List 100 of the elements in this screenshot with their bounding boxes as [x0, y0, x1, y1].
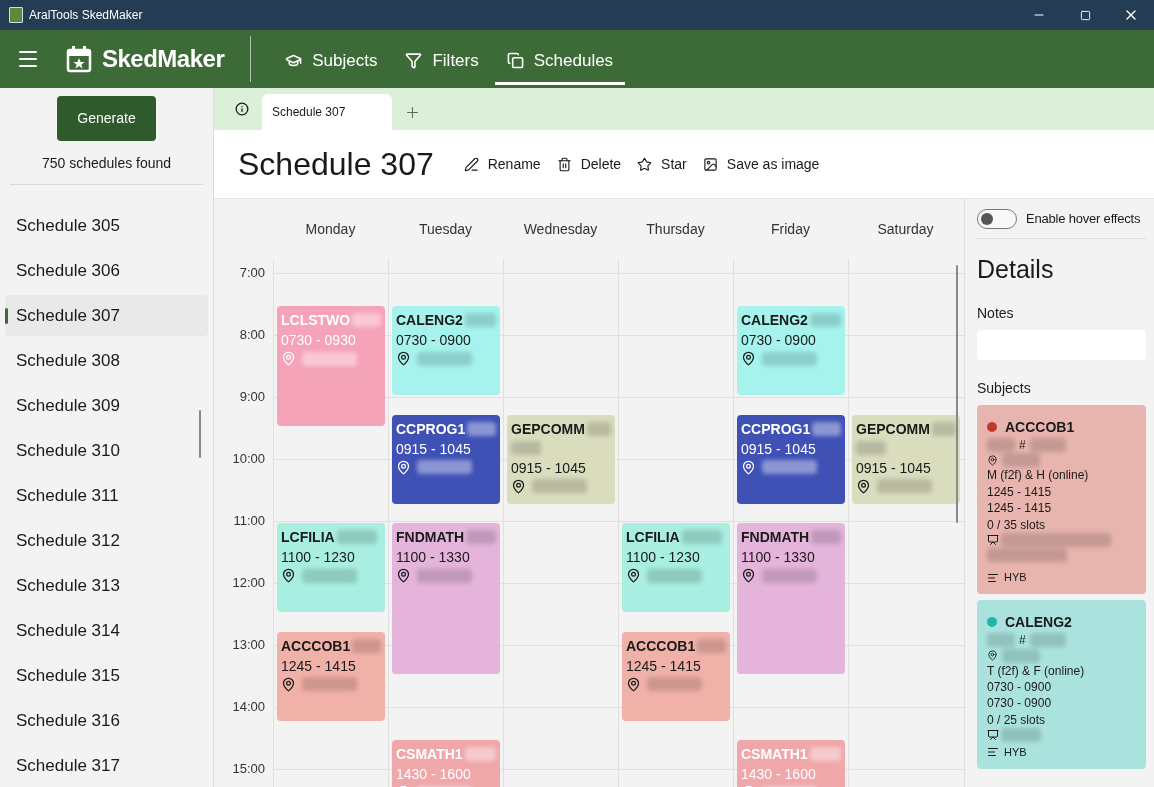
schedule-list-item[interactable]: Schedule 310: [5, 430, 208, 471]
blurred-text: [302, 568, 357, 583]
class-event-card[interactable]: LCFILIA 1100 - 1230: [277, 523, 385, 612]
schedule-list-item[interactable]: Schedule 314: [5, 610, 208, 651]
subject-code: CSMATH1: [396, 745, 463, 764]
time-range: 1100 - 1330: [396, 548, 471, 567]
subject-code: CALENG2: [741, 311, 808, 330]
blurred-text: [1029, 438, 1066, 453]
blurred-text: [812, 421, 841, 436]
subject-code: LCLSTWO: [281, 311, 351, 330]
location-pin-icon: [741, 459, 756, 475]
nav-tab[interactable]: Filters: [393, 39, 491, 85]
notes-label: Notes: [977, 303, 1015, 323]
generate-button[interactable]: Generate: [57, 96, 156, 141]
toolbar-button[interactable]: Rename: [455, 148, 549, 180]
location-pin-icon: [626, 568, 641, 583]
hour-label: 14:00: [232, 699, 265, 715]
schedule-list-item[interactable]: Schedule 312: [5, 520, 208, 561]
schedule-list-item[interactable]: Schedule 305: [5, 205, 208, 246]
schedule-list-item[interactable]: Schedule 308: [5, 340, 208, 381]
location-pin-icon: [987, 650, 998, 662]
blurred-text: [647, 568, 702, 583]
location-pin-icon: [511, 478, 526, 494]
day-heading: Monday: [305, 219, 356, 239]
lines-icon: [987, 746, 999, 759]
hour-label: 15:00: [232, 761, 265, 777]
time-range: 0730 - 0900: [987, 695, 1053, 712]
blurred-text: [466, 530, 496, 544]
class-event-card[interactable]: CALENG2 0730 - 0900: [737, 306, 845, 395]
trash-icon: [556, 156, 572, 172]
blurred-text: [809, 747, 841, 761]
blurred-text: [987, 438, 1015, 453]
time-range: 0915 - 1045: [856, 458, 932, 478]
schedule-list-item[interactable]: Schedule 307: [5, 295, 208, 336]
schedule-list-item[interactable]: Schedule 317: [5, 745, 208, 786]
toolbar-button[interactable]: Star: [629, 148, 695, 180]
class-event-card[interactable]: FNDMATH 1100 - 1330: [392, 523, 500, 674]
stacked-pages-icon: [506, 52, 524, 69]
meeting-days: T (f2f) & F (online): [987, 662, 1136, 679]
subject-code: CCPROG1: [396, 419, 466, 439]
blurred-text: [464, 313, 496, 327]
subject-code: FNDMATH: [741, 528, 810, 547]
blurred-text: [464, 747, 496, 761]
nav-tab[interactable]: Schedules: [494, 39, 626, 85]
hover-effects-toggle[interactable]: [977, 208, 1017, 229]
class-event-card[interactable]: CALENG2 0730 - 0900: [392, 306, 500, 395]
schedule-list-item[interactable]: Schedule 306: [5, 250, 208, 291]
class-event-card[interactable]: LCFILIA 1100 - 1230: [622, 523, 730, 612]
schedule-title: Schedule 307: [238, 145, 434, 184]
schedule-list-item[interactable]: Schedule 316: [5, 700, 208, 741]
nav-tab[interactable]: Subjects: [273, 39, 390, 85]
toggle-label: Enable hover effects: [1026, 209, 1141, 228]
class-event-card[interactable]: CCPROG1 0915 - 1045: [392, 414, 500, 504]
location-pin-icon: [396, 351, 411, 366]
location-pin-icon: [626, 676, 641, 692]
blurred-text: [511, 441, 541, 455]
blurred-text: [352, 638, 381, 653]
time-range: 1245 - 1415: [281, 656, 357, 676]
hour-label: 10:00: [232, 451, 265, 467]
blurred-text: [336, 530, 377, 544]
schedule-list-item[interactable]: Schedule 311: [5, 475, 208, 516]
time-range: 1100 - 1230: [281, 548, 356, 567]
subject-code: LCFILIA: [626, 528, 680, 547]
subjects-label: Subjects: [977, 378, 1032, 398]
class-event-card[interactable]: ACCCOB1 1245 - 1415: [622, 631, 730, 721]
blurred-text: [762, 460, 817, 474]
toolbar-button[interactable]: Save as image: [694, 148, 828, 180]
document-tab[interactable]: Schedule 307: [262, 94, 392, 130]
location-pin-icon: [856, 478, 871, 494]
subject-code: GEPCOMM: [511, 419, 585, 439]
graduation-cap-icon: [285, 52, 303, 69]
subject-code: CCPROG1: [741, 419, 811, 439]
schedule-list-item[interactable]: Schedule 313: [5, 565, 208, 606]
class-event-card[interactable]: CCPROG1 0915 - 1045: [737, 414, 845, 504]
class-event-card[interactable]: ACCCOB1 1245 - 1415: [277, 631, 385, 721]
subject-code: ACCCOB1: [281, 636, 351, 656]
class-event-card[interactable]: FNDMATH 1100 - 1330: [737, 523, 845, 674]
schedule-list-item[interactable]: Schedule 315: [5, 655, 208, 696]
location-pin-icon: [396, 459, 411, 475]
toolbar-button[interactable]: Delete: [548, 148, 630, 180]
blurred-text: [811, 530, 841, 544]
time-range: 0730 - 0900: [396, 331, 472, 350]
blurred-text: [302, 677, 357, 691]
blurred-text: [1002, 648, 1040, 663]
info-icon: [235, 102, 249, 116]
details-heading: Details: [977, 254, 1055, 285]
time-range: 1100 - 1230: [626, 548, 701, 567]
blurred-text: [931, 421, 956, 436]
subject-code: FNDMATH: [396, 528, 465, 547]
class-event-card[interactable]: GEPCOMM 0915 - 1045: [852, 414, 960, 504]
location-pin-icon: [281, 351, 296, 366]
blurred-text: [762, 568, 817, 583]
schedule-list-item[interactable]: Schedule 309: [5, 385, 208, 426]
hour-label: 13:00: [232, 637, 265, 653]
image-icon: [702, 156, 718, 172]
delivery-mode: HYB: [1004, 570, 1027, 586]
location-pin-icon: [396, 568, 411, 583]
class-event-card[interactable]: GEPCOMM 0915 - 1045: [507, 414, 615, 504]
scrollbar-thumb: [199, 410, 201, 458]
blurred-text: [586, 421, 611, 436]
